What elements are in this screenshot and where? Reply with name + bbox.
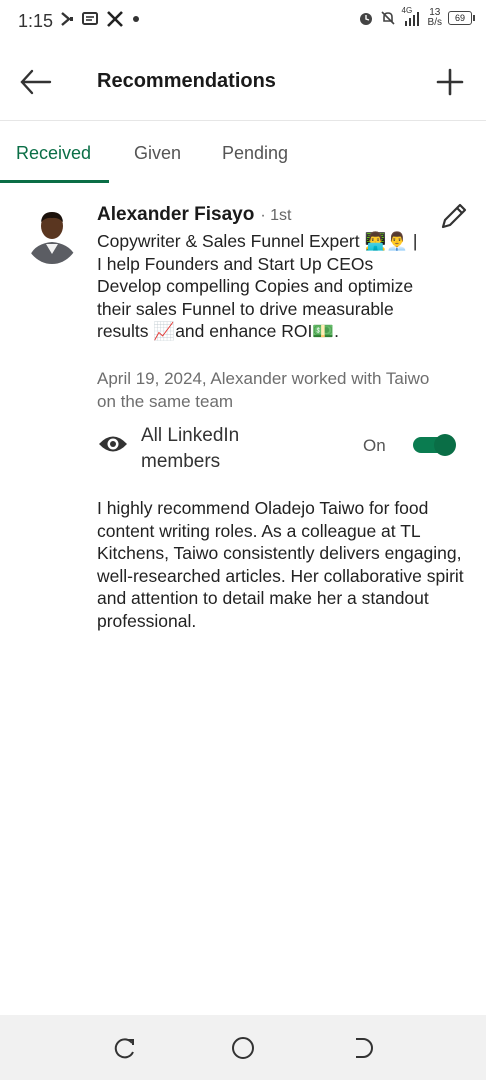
edit-button[interactable] — [438, 200, 470, 232]
recommender-name[interactable]: Alexander Fisayo — [97, 204, 254, 226]
signal-icon: 4G — [402, 6, 422, 28]
recommendation-text: I highly recommend Oladejo Taiwo for foo… — [97, 498, 464, 631]
visibility-toggle[interactable] — [413, 433, 457, 457]
home-icon[interactable] — [230, 1035, 256, 1061]
eye-icon — [99, 436, 127, 452]
mute-icon — [380, 11, 395, 25]
alarm-icon — [359, 13, 372, 25]
recommendation-meta: April 19, 2024, Alexander worked with Ta… — [97, 369, 430, 411]
add-recommendation-button[interactable] — [432, 64, 468, 100]
back-arrow-icon — [20, 69, 52, 95]
page-title: Recommendations — [97, 70, 276, 92]
tab-pending[interactable]: Pending — [222, 143, 288, 164]
recommender-header: Alexander Fisayo · 1st — [97, 204, 291, 226]
x-icon — [107, 11, 123, 27]
status-time: 1:15 — [18, 11, 54, 31]
toggle-state-label: On — [363, 436, 386, 455]
back-button[interactable] — [18, 64, 58, 100]
back-nav-icon[interactable] — [350, 1035, 376, 1061]
media-icon — [61, 12, 73, 26]
pencil-icon — [441, 203, 467, 229]
visibility-label: All LinkedIn members — [141, 425, 240, 472]
recents-icon[interactable] — [112, 1035, 138, 1061]
system-nav-bar — [0, 1015, 486, 1080]
status-bar: 1:15 4G 13 B/s 69 — [0, 0, 486, 44]
battery-icon: 69 — [448, 11, 475, 25]
dot-icon — [133, 16, 139, 22]
tab-received[interactable]: Received — [16, 143, 91, 164]
tab-bar: Received Given Pending — [0, 121, 486, 184]
recommender-headline: Copywriter & Sales Funnel Expert 👨‍💻👨‍💼 … — [97, 231, 418, 341]
app-bar: Recommendations — [0, 44, 486, 121]
plus-icon — [436, 68, 464, 96]
network-speed: 13 B/s — [427, 7, 442, 28]
visibility-row: All LinkedIn members On — [97, 423, 467, 473]
tab-given[interactable]: Given — [134, 143, 181, 164]
message-icon — [82, 12, 98, 25]
tab-indicator — [0, 180, 109, 183]
avatar[interactable] — [24, 200, 80, 264]
connection-degree: · 1st — [260, 207, 292, 224]
